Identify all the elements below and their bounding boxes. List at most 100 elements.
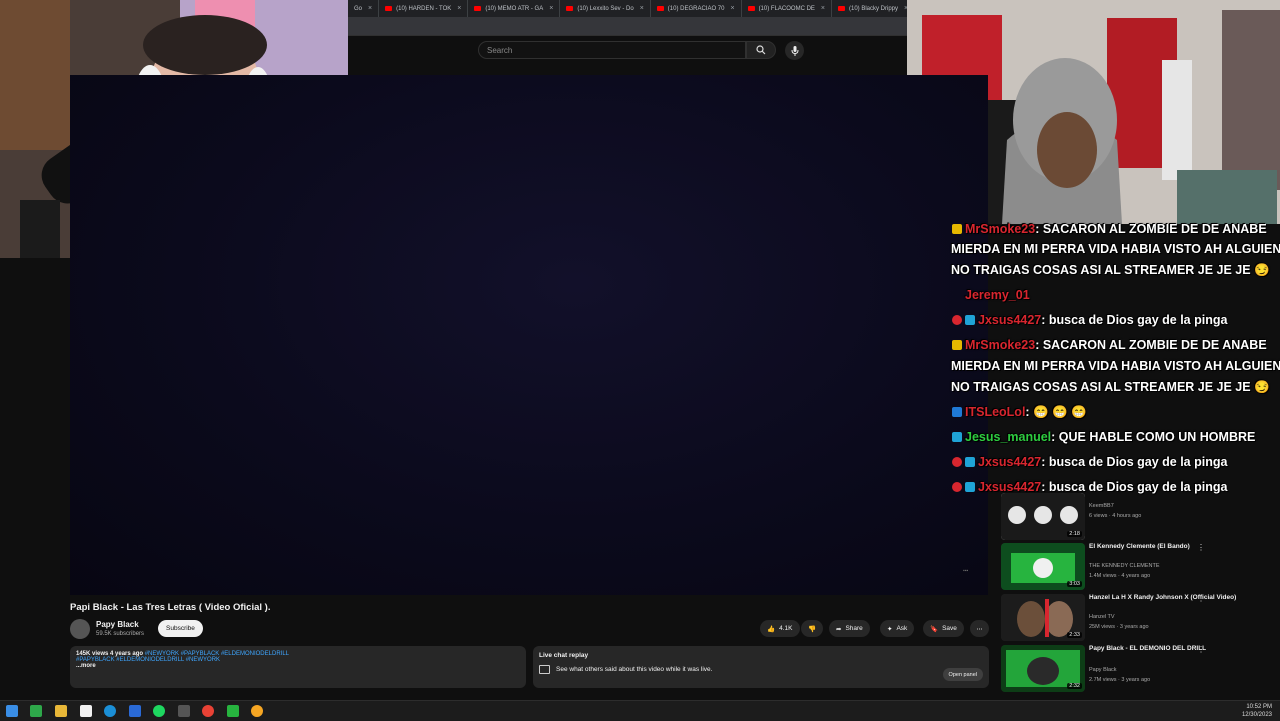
- edge-browser-icon[interactable]: [104, 705, 116, 717]
- system-clock[interactable]: 10:52 PM 12/30/2023: [1242, 703, 1272, 719]
- chat-message: Jesus_manuel: QUE HABLE COMO UN HOMBRE: [952, 430, 1255, 444]
- live-chat-replay-box: Live chat replay See what others said ab…: [533, 646, 989, 688]
- video-title: Papi Black - Las Tres Letras ( Video Ofi…: [70, 602, 271, 613]
- recommendation-item[interactable]: 2:32 Papy Black - EL DEMONIO DEL DRILL ⋮…: [1001, 645, 1271, 700]
- description-box[interactable]: 145K views 4 years ago #NEWYORK #PAPYBLA…: [70, 646, 526, 688]
- document-icon[interactable]: [80, 705, 92, 717]
- moderator-badge-icon: [952, 340, 962, 350]
- more-options-icon[interactable]: ⋮: [1197, 594, 1205, 603]
- spotify-icon[interactable]: [153, 705, 165, 717]
- recommendation-title[interactable]: Papy Black - EL DEMONIO DEL DRILL: [1089, 645, 1269, 653]
- share-icon: ➦: [836, 625, 842, 633]
- recommendation-channel: Papy Black: [1089, 667, 1117, 673]
- chrome-canary-icon[interactable]: [251, 705, 263, 717]
- microphone-icon: [791, 45, 798, 56]
- app-icon[interactable]: [227, 705, 239, 717]
- recommendation-item[interactable]: 3:03 El Kennedy Clemente (El Bando) ⋮ TH…: [1001, 543, 1271, 598]
- chat-message: MrSmoke23: SACARON AL ZOMBIE DE DE ANABE: [952, 338, 1267, 352]
- close-icon[interactable]: ×: [457, 5, 461, 12]
- video-thumbnail[interactable]: 2:32: [1001, 645, 1085, 692]
- browser-tab[interactable]: (10) DEGRACIAO 70 ×: [651, 0, 742, 17]
- youtube-icon: [838, 6, 845, 11]
- file-explorer-icon[interactable]: [55, 705, 67, 717]
- video-thumbnail[interactable]: 2:18: [1001, 493, 1085, 540]
- dislike-button[interactable]: 👎: [801, 620, 823, 637]
- more-options-icon: ⋯: [976, 625, 983, 633]
- subscriber-badge-icon: [965, 315, 975, 325]
- badge-icon: [952, 407, 962, 417]
- chat-message: Jxsus4427: busca de Dios gay de la pinga: [952, 313, 1227, 327]
- search-icon: [756, 45, 766, 55]
- browser-tab[interactable]: (10) HARDEN - TOK ×: [379, 0, 469, 17]
- like-button[interactable]: 👍 4.1K: [760, 620, 800, 637]
- recommendation-meta: 2.7M views · 3 years ago: [1089, 677, 1151, 683]
- search-button[interactable]: [746, 41, 776, 59]
- app-icon[interactable]: [178, 705, 190, 717]
- thumbs-up-icon: 👍: [767, 625, 776, 633]
- video-player[interactable]: [70, 75, 988, 595]
- close-icon[interactable]: ×: [549, 5, 553, 12]
- video-thumbnail[interactable]: 2:33: [1001, 594, 1085, 641]
- browser-tab[interactable]: (10) Lexxito Sev - Do ×: [560, 0, 651, 17]
- windows-taskbar: 10:52 PM 12/30/2023: [0, 700, 1280, 721]
- close-icon[interactable]: ×: [368, 5, 372, 12]
- subscribe-button[interactable]: Subscribe: [158, 620, 203, 637]
- subscriber-count: 59.5K subscribers: [96, 631, 145, 637]
- recommendation-meta: 1.4M views · 4 years ago: [1089, 573, 1151, 579]
- save-button[interactable]: 🔖 Save: [923, 620, 964, 637]
- chat-message: Jeremy_01: [965, 288, 1030, 302]
- chat-message-continuation: MIERDA EN MI PERRA VIDA HABIA VISTO AH A…: [951, 359, 1280, 373]
- bookmark-icon: 🔖: [930, 625, 939, 633]
- browser-tab[interactable]: (10) FLACOOMC DE ×: [742, 0, 832, 17]
- show-more-link[interactable]: ...more: [76, 663, 520, 669]
- more-actions-button[interactable]: ⋯: [970, 620, 989, 637]
- youtube-icon: [656, 6, 664, 11]
- more-options-icon[interactable]: ⋮: [1197, 645, 1205, 654]
- close-icon[interactable]: ×: [730, 5, 734, 12]
- chat-message-continuation: MIERDA EN MI PERRA VIDA HABIA VISTO AH A…: [951, 242, 1280, 256]
- browser-tab-strip: Go × (10) HARDEN - TOK × (10) MEMO ATR - G…: [348, 0, 908, 17]
- chat-message: Jxsus4427: busca de Dios gay de la pinga: [952, 480, 1227, 494]
- recommendation-channel: Hanzel TV: [1089, 614, 1115, 620]
- recommendation-channel: THE KENNEDY CLEMENTE: [1089, 563, 1160, 569]
- subscriber-badge-icon: [952, 432, 962, 442]
- channel-avatar[interactable]: [70, 619, 90, 639]
- more-options-icon[interactable]: ⋮: [1197, 543, 1205, 552]
- chat-bubble-icon: [539, 665, 550, 674]
- record-icon: [952, 482, 962, 492]
- live-chat-title: Live chat replay: [539, 652, 589, 659]
- youtube-icon: [385, 6, 393, 11]
- live-chat-subtitle: See what others said about this video wh…: [556, 666, 713, 673]
- chat-message: Jxsus4427: busca de Dios gay de la pinga: [952, 455, 1227, 469]
- recommendation-item[interactable]: 2:33 Hanzel La H X Randy Johnson X (Offi…: [1001, 594, 1271, 649]
- browser-tab[interactable]: Go ×: [348, 0, 380, 17]
- video-watermark: ▪▪▪: [963, 568, 969, 574]
- youtube-icon: [747, 6, 755, 11]
- share-button[interactable]: ➦ Share: [829, 620, 870, 637]
- recommendation-title[interactable]: Hanzel La H X Randy Johnson X (Official …: [1089, 594, 1269, 602]
- browser-tab[interactable]: (10) Blacky Drippy ×: [832, 0, 908, 17]
- steam-icon[interactable]: [129, 705, 141, 717]
- voice-search-button[interactable]: [785, 41, 804, 60]
- ask-button[interactable]: ✦ Ask: [880, 620, 915, 637]
- channel-name[interactable]: Papy Black: [96, 620, 139, 629]
- recommendation-title[interactable]: El Kennedy Clemente (El Bando): [1089, 543, 1269, 551]
- sparkle-icon: ✦: [887, 625, 893, 633]
- chat-message-continuation: NO TRAIGAS COSAS ASI AL STREAMER JE JE J…: [951, 263, 1270, 277]
- youtube-icon: [474, 6, 482, 11]
- search-input[interactable]: Search: [478, 41, 746, 59]
- moderator-badge-icon: [952, 224, 962, 234]
- chat-message: ITSLeoLol: 😁 😁 😁: [952, 405, 1087, 420]
- open-panel-button[interactable]: Open panel: [942, 668, 983, 681]
- record-icon: [952, 457, 962, 467]
- recommendation-item[interactable]: 2:18 KeemBB7 6 views · 4 hours ago: [1001, 493, 1271, 548]
- youtube-icon: [566, 6, 574, 11]
- chrome-icon[interactable]: [202, 705, 214, 717]
- video-thumbnail[interactable]: 3:03: [1001, 543, 1085, 590]
- close-icon[interactable]: ×: [821, 5, 825, 12]
- app-icon[interactable]: [30, 705, 42, 717]
- browser-tab[interactable]: (10) MEMO ATR - GA ×: [468, 0, 561, 17]
- close-icon[interactable]: ×: [640, 5, 644, 12]
- windows-start-icon[interactable]: [6, 705, 18, 717]
- recommendation-meta: 6 views · 4 hours ago: [1089, 513, 1142, 519]
